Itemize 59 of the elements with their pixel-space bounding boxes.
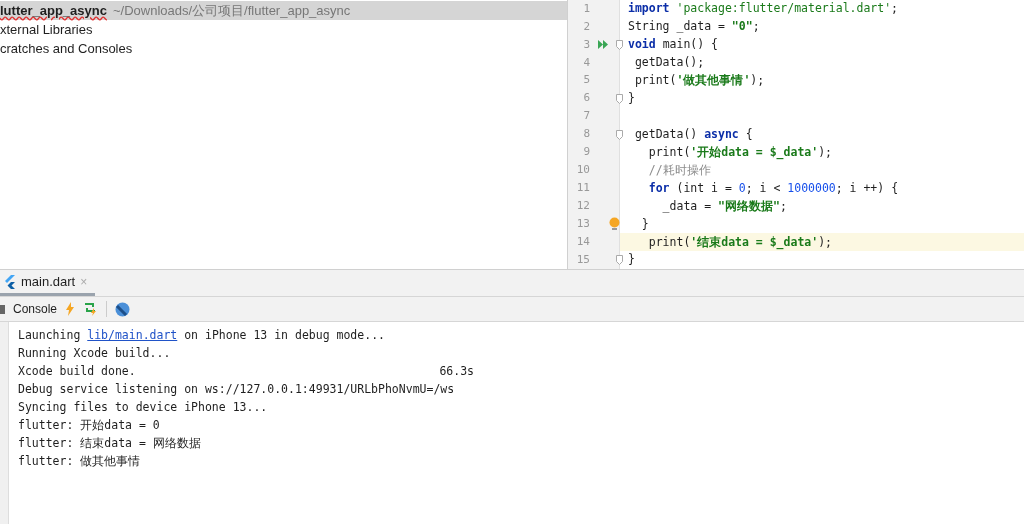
console-line: Launching lib/main.dart on iPhone 13 in debug mode...	[18, 327, 385, 344]
code-line: print('做其他事情');	[633, 72, 765, 90]
refresh-lightning-icon[interactable]	[83, 302, 99, 316]
code-line: _data = "网络数据";	[661, 197, 787, 215]
line-number: 6	[582, 90, 590, 107]
fold-marker-icon[interactable]	[616, 39, 623, 50]
file-link[interactable]: lib/main.dart	[87, 328, 178, 342]
console-marker-icon	[0, 304, 5, 314]
console-line: Running Xcode build...	[18, 345, 171, 362]
line-number: 2	[582, 18, 590, 35]
fold-marker-icon[interactable]	[616, 255, 623, 266]
code-line: print('结束data = $_data');	[647, 233, 833, 251]
console-line: Xcode build done.	[18, 363, 136, 380]
code-line: }	[628, 251, 635, 269]
run-icon[interactable]	[598, 40, 609, 50]
code-line: print('开始data = $_data');	[647, 143, 833, 162]
lightbulb-icon[interactable]	[609, 217, 620, 232]
code-line: }	[640, 215, 649, 233]
tree-item-name: lutter_app_async	[0, 1, 107, 20]
code-line: getData();	[633, 54, 705, 72]
project-path: ~/Downloads/公司项目/flutter_app_async	[112, 1, 351, 20]
line-number: 13	[575, 215, 590, 232]
console-tab[interactable]: Console	[13, 300, 58, 318]
tree-item[interactable]: xternal Libraries	[0, 20, 567, 39]
line-number: 4	[582, 54, 590, 71]
tree-item[interactable]: lutter_app_async ~/Downloads/公司项目/flutter_app_async	[0, 1, 567, 20]
code-line: import 'package:flutter/material.dart';	[628, 0, 899, 18]
code-line: getData() async {	[633, 125, 753, 143]
console-line: flutter: 做其他事情	[18, 453, 141, 470]
line-number: 15	[575, 251, 590, 268]
line-number: 10	[575, 162, 590, 179]
line-number: 8	[582, 126, 590, 143]
tree-item-name: cratches and Consoles	[0, 39, 133, 58]
console-line: flutter: 开始data = 0	[18, 417, 160, 434]
line-number: 7	[582, 108, 590, 125]
console-line: Syncing files to device iPhone 13...	[18, 399, 268, 416]
tree-item[interactable]: cratches and Consoles	[0, 39, 567, 58]
tree-item-name: xternal Libraries	[0, 20, 93, 39]
line-number: 9	[582, 144, 590, 161]
code-line: void main() {	[628, 36, 718, 54]
code-line: for (int i = 0; i < 1000000; i ++) {	[647, 179, 899, 197]
line-number: 5	[582, 72, 590, 89]
dart-devtools-icon[interactable]	[115, 301, 131, 317]
lightning-icon[interactable]	[65, 302, 76, 316]
line-number: 11	[575, 180, 590, 197]
code-line: String _data = "0";	[628, 18, 760, 36]
console-line: flutter: 结束data = 网络数据	[18, 435, 201, 452]
build-time: 66.3s	[439, 363, 474, 380]
line-number: 12	[575, 198, 590, 215]
code-line: }	[628, 90, 635, 108]
flutter-logo-icon	[4, 274, 16, 289]
console-line: Debug service listening on ws://127.0.0.1:49931/URLbPhoNvmU=/ws	[18, 381, 455, 398]
line-number: 1	[582, 0, 590, 17]
line-number: 14	[575, 233, 590, 250]
code-line: //耗时操作	[647, 161, 711, 179]
line-number: 3	[582, 36, 590, 53]
fold-marker-icon[interactable]	[616, 129, 623, 140]
fold-marker-icon[interactable]	[616, 93, 623, 104]
tab-label: main.dart	[21, 272, 76, 291]
